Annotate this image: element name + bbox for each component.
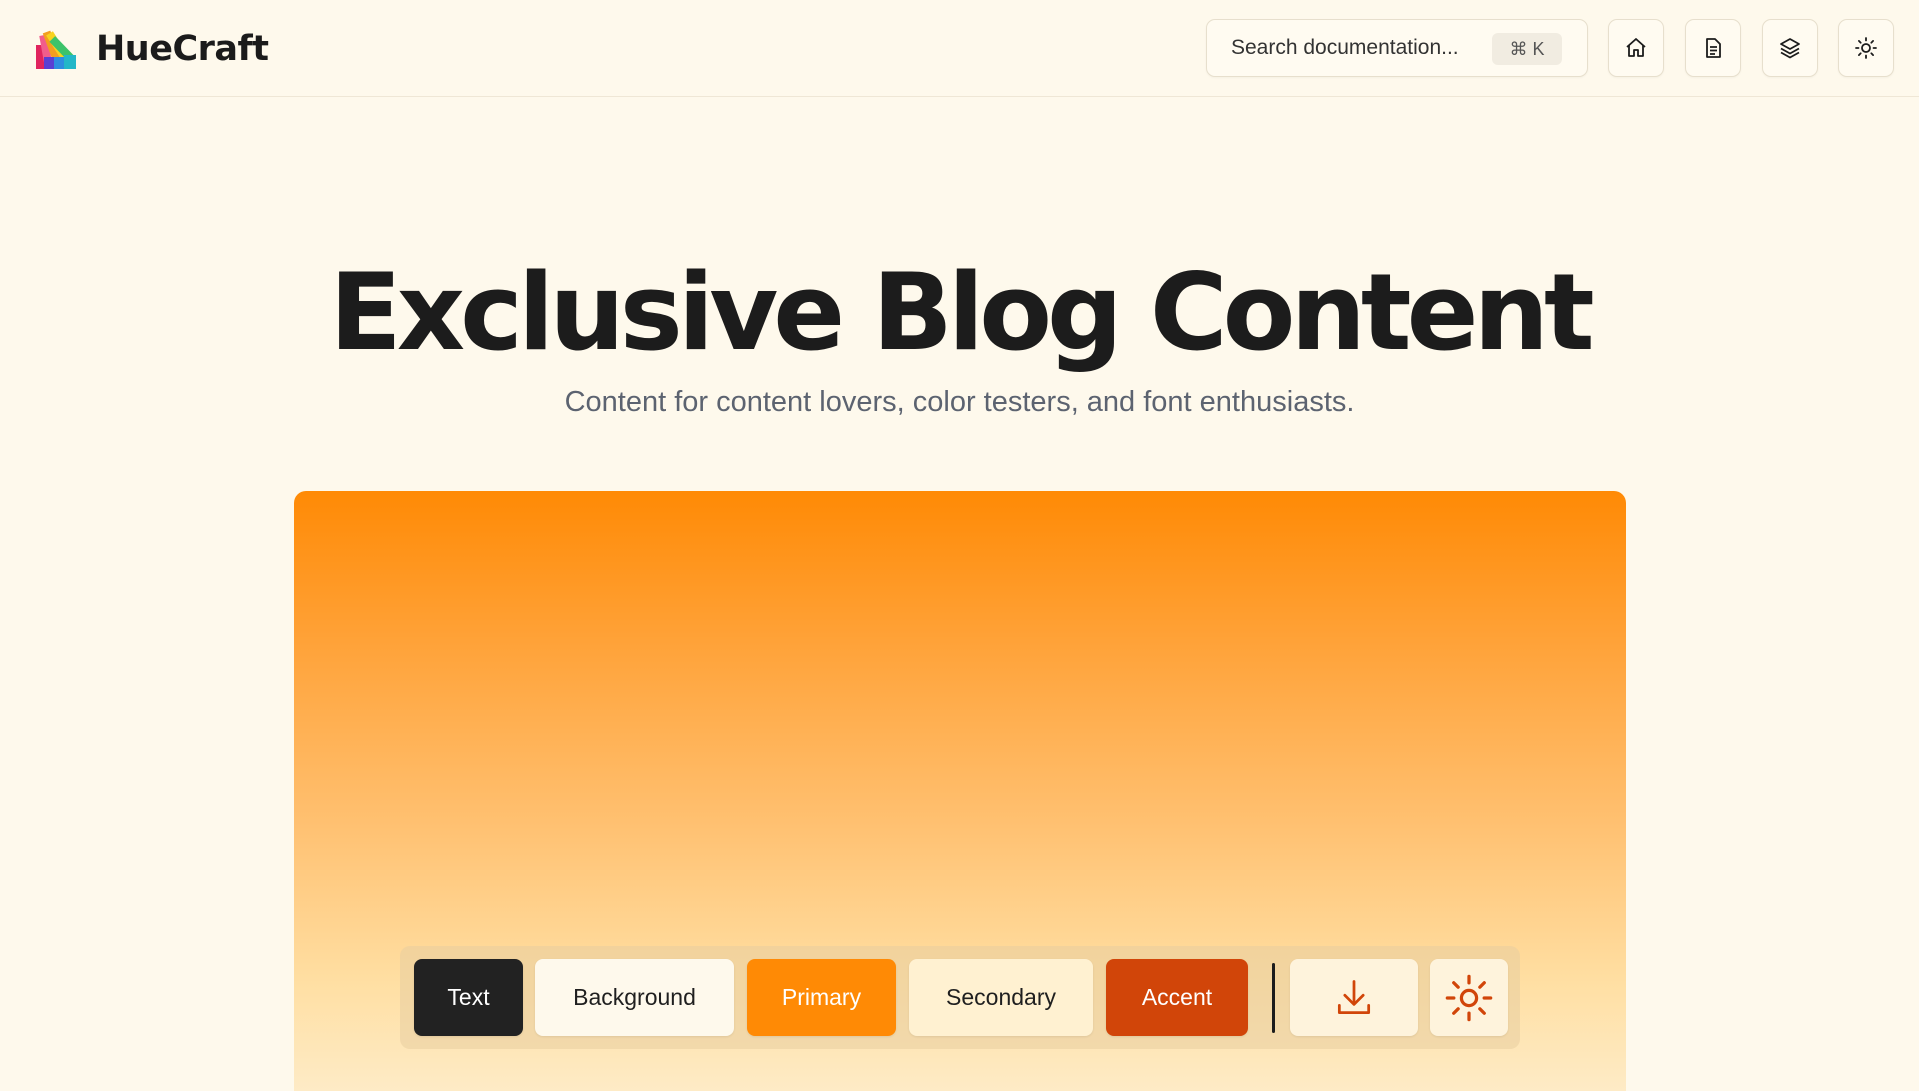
toolbar-divider	[1272, 963, 1275, 1033]
palette-toolbar: Text Background Primary Secondary Accent	[400, 946, 1520, 1049]
document-icon	[1706, 38, 1721, 58]
search-shortcut-badge: ⌘ K	[1492, 33, 1562, 65]
brand-name: HueCraft	[96, 29, 269, 69]
page-title: Exclusive Blog Content	[329, 251, 1594, 374]
theme-toggle-button[interactable]	[1838, 19, 1894, 77]
sun-icon	[1445, 974, 1493, 1021]
search-placeholder: Search documentation...	[1231, 36, 1459, 59]
layers-icon	[1780, 38, 1800, 59]
search-input[interactable]: Search documentation... ⌘ K	[1206, 19, 1588, 77]
home-icon	[1626, 38, 1646, 57]
page-subtitle: Content for content lovers, color tester…	[564, 386, 1355, 418]
docs-button[interactable]	[1685, 19, 1741, 77]
secondary-color-button[interactable]: Secondary	[909, 959, 1093, 1036]
download-button[interactable]	[1290, 959, 1418, 1036]
brand[interactable]: HueCraft	[34, 24, 269, 74]
text-color-button[interactable]: Text	[414, 959, 523, 1036]
home-button[interactable]	[1608, 19, 1664, 77]
accent-color-button[interactable]: Accent	[1106, 959, 1248, 1036]
sun-icon	[1855, 37, 1877, 59]
layers-button[interactable]	[1762, 19, 1818, 77]
huecraft-logo-icon	[34, 25, 82, 73]
palette-theme-toggle-button[interactable]	[1430, 959, 1508, 1036]
top-navbar: HueCraft Search documentation... ⌘ K	[0, 0, 1919, 97]
background-color-button[interactable]: Background	[535, 959, 734, 1036]
download-icon	[1337, 979, 1371, 1014]
primary-color-button[interactable]: Primary	[747, 959, 896, 1036]
